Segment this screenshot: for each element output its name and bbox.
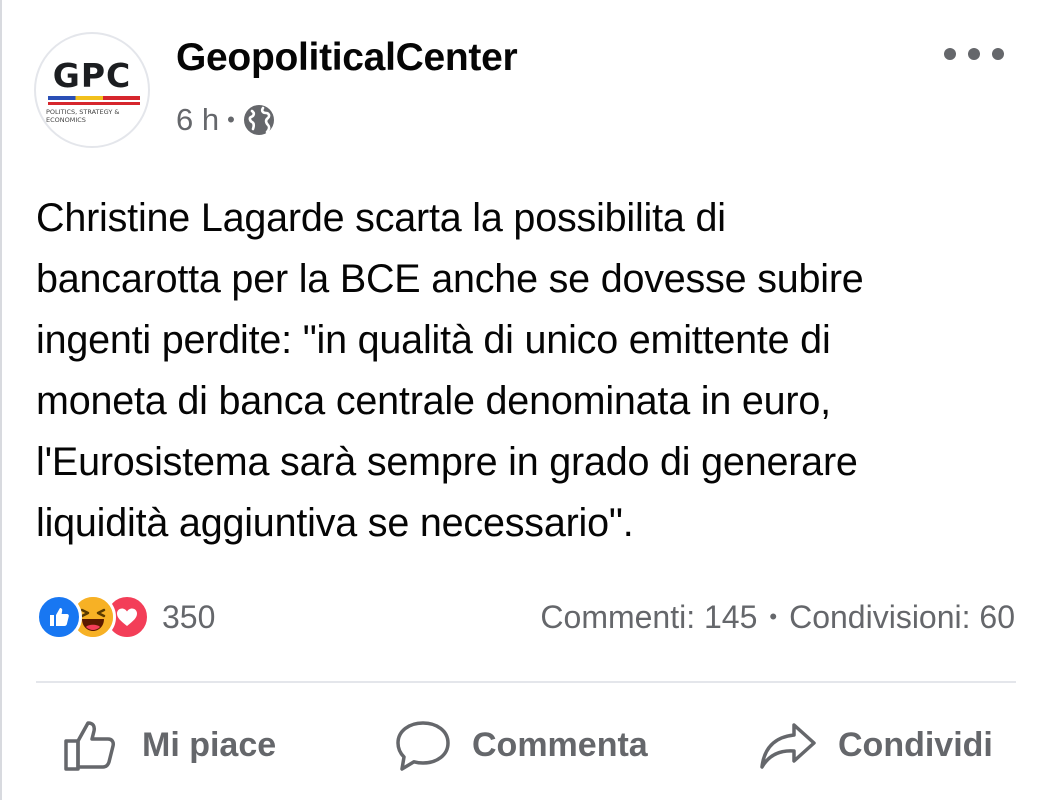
more-dot-icon [968, 48, 980, 60]
comments-count[interactable]: Commenti: 145 [540, 599, 757, 636]
share-label: Condividi [838, 725, 993, 764]
like-label: Mi piace [142, 725, 277, 764]
reaction-count: 350 [162, 598, 216, 635]
shares-count[interactable]: Condivisioni: 60 [789, 599, 1015, 636]
avatar-logo-text: GPC [52, 56, 132, 95]
reactions-summary[interactable]: 350 [36, 594, 215, 640]
divider [36, 681, 1016, 683]
post-card: GPC POLITICS, STRATEGY & ECONOMICS Geopo… [0, 0, 1051, 800]
more-dot-icon [944, 48, 956, 60]
comment-label: Commenta [472, 725, 648, 764]
thumbs-up-icon [64, 721, 115, 771]
action-bar: Mi piace Commenta Condividi [0, 700, 1051, 790]
page-name[interactable]: GeopoliticalCenter [176, 36, 518, 80]
meta-separator: • [227, 107, 235, 132]
avatar-stripe [48, 96, 140, 100]
page-avatar[interactable]: GPC POLITICS, STRATEGY & ECONOMICS [34, 32, 150, 148]
share-button[interactable]: Condividi [758, 712, 993, 778]
stats-separator: • [769, 604, 778, 629]
left-border [0, 0, 2, 800]
more-dot-icon [992, 48, 1004, 60]
like-reaction-icon [36, 594, 82, 640]
more-options-button[interactable] [944, 38, 1004, 70]
avatar-subtitle: POLITICS, STRATEGY & ECONOMICS [46, 108, 120, 124]
globe-icon [243, 105, 274, 135]
comment-bubble-icon [396, 721, 450, 771]
post-text: Christine Lagarde scarta la possibilita … [36, 196, 864, 545]
like-button[interactable]: Mi piace [62, 712, 276, 778]
avatar-stripe-red [48, 102, 140, 105]
post-time[interactable]: 6 h [176, 102, 219, 138]
share-arrow-icon [760, 723, 816, 769]
post-stats: Commenti: 145 • Condivisioni: 60 [540, 594, 1015, 640]
comment-button[interactable]: Commenta [394, 712, 648, 778]
post-meta: 6 h • [176, 100, 275, 140]
